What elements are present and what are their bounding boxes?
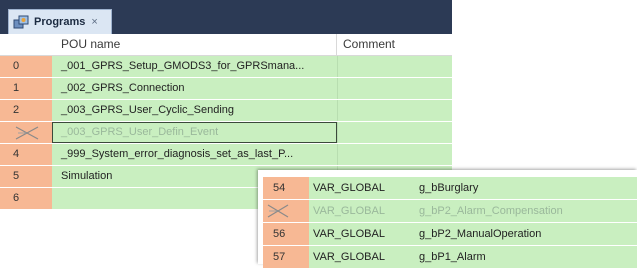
row-pou-name[interactable]: _999_System_error_diagnosis_set_as_last_… — [52, 144, 337, 165]
global-variables-panel: 54 VAR_GLOBAL g_bBurglary 55 VAR_GLOBAL … — [258, 170, 637, 268]
variable-name[interactable]: g_bP2_Alarm_Compensation — [419, 200, 563, 222]
header-index — [0, 34, 52, 55]
variable-cell[interactable]: VAR_GLOBAL g_bP2_ManualOperation — [309, 223, 637, 245]
row-pou-name[interactable]: _002_GPRS_Connection — [52, 78, 337, 99]
variable-scope: VAR_GLOBAL — [313, 251, 385, 263]
row-index: 0 — [0, 56, 52, 77]
close-icon[interactable]: × — [91, 16, 97, 28]
row-index: 6 — [0, 188, 52, 209]
row-pou-name[interactable]: _003_GPRS_User_Defin_Event — [52, 122, 337, 143]
table-row[interactable]: 0 _001_GPRS_Setup_GMODS3_for_GPRSmana... — [0, 56, 452, 78]
variable-scope: VAR_GLOBAL — [313, 228, 385, 240]
row-pou-name[interactable]: _003_GPRS_User_Cyclic_Sending — [52, 100, 337, 121]
header-comment[interactable]: Comment — [343, 34, 395, 55]
variable-row[interactable]: 54 VAR_GLOBAL g_bBurglary — [258, 177, 637, 199]
row-comment[interactable] — [337, 122, 452, 143]
row-index: 2 — [0, 100, 52, 121]
row-index: 4 — [0, 144, 52, 165]
variable-name[interactable]: g_bBurglary — [419, 177, 478, 199]
variable-cell[interactable]: VAR_GLOBAL g_bP2_Alarm_Compensation — [309, 200, 637, 222]
programs-icon — [13, 14, 31, 30]
variable-line-number: 57 — [263, 246, 309, 268]
row-comment[interactable] — [337, 56, 452, 77]
variable-line-number: 56 — [263, 223, 309, 245]
disabled-cross-icon — [15, 126, 39, 140]
variable-name[interactable]: g_bP2_ManualOperation — [419, 223, 541, 245]
tab-programs[interactable]: Programs × — [8, 9, 112, 34]
row-comment[interactable] — [337, 100, 452, 121]
header-pou-name[interactable]: POU name — [61, 34, 120, 55]
tab-bar: Programs × — [0, 0, 452, 34]
variable-cell[interactable]: VAR_GLOBAL g_bP1_Alarm — [309, 246, 637, 268]
column-divider[interactable] — [336, 34, 337, 55]
disabled-cross-icon — [267, 204, 289, 218]
variable-row[interactable]: 57 VAR_GLOBAL g_bP1_Alarm — [258, 246, 637, 268]
variable-name[interactable]: g_bP1_Alarm — [419, 246, 486, 268]
variable-scope: VAR_GLOBAL — [313, 182, 385, 194]
table-row-disabled[interactable]: 3 _003_GPRS_User_Defin_Event — [0, 122, 452, 144]
variable-scope: VAR_GLOBAL — [313, 205, 385, 217]
tab-label: Programs — [34, 16, 86, 28]
table-row[interactable]: 2 _003_GPRS_User_Cyclic_Sending — [0, 100, 452, 122]
table-header: POU name Comment — [0, 34, 452, 56]
row-index: 5 — [0, 166, 52, 187]
table-row[interactable]: 1 _002_GPRS_Connection — [0, 78, 452, 100]
variable-line-number: 54 — [263, 177, 309, 199]
table-row[interactable]: 4 _999_System_error_diagnosis_set_as_las… — [0, 144, 452, 166]
row-pou-name[interactable]: _001_GPRS_Setup_GMODS3_for_GPRSmana... — [52, 56, 337, 77]
variable-row-disabled[interactable]: 55 VAR_GLOBAL g_bP2_Alarm_Compensation — [258, 200, 637, 222]
row-index: 1 — [0, 78, 52, 99]
variable-cell[interactable]: VAR_GLOBAL g_bBurglary — [309, 177, 637, 199]
row-comment[interactable] — [337, 144, 452, 165]
row-comment[interactable] — [337, 78, 452, 99]
variable-row[interactable]: 56 VAR_GLOBAL g_bP2_ManualOperation — [258, 223, 637, 245]
